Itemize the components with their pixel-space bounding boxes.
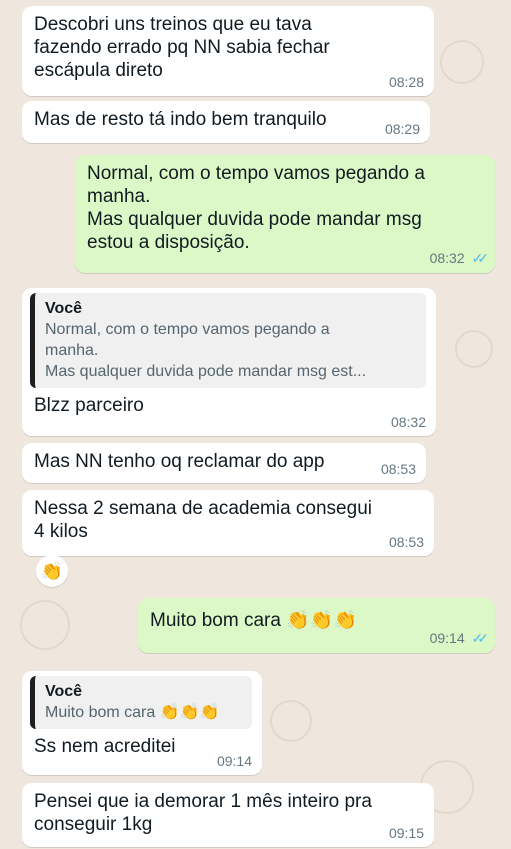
wallpaper-doodle [20, 600, 70, 650]
quoted-message[interactable]: Você Normal, com o tempo vamos pegando a… [30, 293, 426, 388]
quoted-text: Muito bom cara 👏👏👏 [45, 704, 220, 721]
message-text: Normal, com o tempo vamos pegando a manh… [87, 163, 425, 253]
quoted-author: Você [45, 300, 83, 317]
message-text: Blzz parceiro [34, 395, 144, 416]
message-time: 08:32 [429, 250, 465, 266]
read-receipt-icon: ✓✓ [471, 250, 490, 266]
message-bubble-incoming[interactable]: Nessa 2 semana de academia consegui 4 ki… [22, 490, 434, 556]
read-receipt-icon: ✓✓ [471, 630, 490, 646]
message-time-status: 09:14 ✓✓ [429, 630, 490, 647]
wallpaper-doodle [270, 700, 312, 742]
message-bubble-incoming[interactable]: Descobri uns treinos que eu tava fazendo… [22, 6, 434, 96]
quoted-text: Normal, com o tempo vamos pegando a manh… [45, 321, 367, 380]
message-bubble-incoming[interactable]: Você Normal, com o tempo vamos pegando a… [22, 288, 436, 436]
message-time: 09:14 [216, 753, 252, 769]
message-time: 08:53 [380, 461, 416, 477]
message-bubble-incoming[interactable]: Pensei que ia demorar 1 mês inteiro pra … [22, 783, 434, 847]
message-bubble-incoming[interactable]: Você Muito bom cara 👏👏👏 Ss nem acreditei… [22, 671, 262, 775]
message-time: 09:14 [429, 630, 465, 646]
message-time: 09:15 [388, 825, 424, 841]
message-bubble-outgoing[interactable]: Normal, com o tempo vamos pegando a manh… [75, 155, 495, 273]
message-text: Muito bom cara 👏👏👏 [150, 610, 358, 631]
message-text: Mas de resto tá indo bem tranquilo [34, 109, 327, 130]
message-reaction[interactable]: 👏 [36, 555, 68, 587]
message-bubble-incoming[interactable]: Mas de resto tá indo bem tranquilo 08:29 [22, 101, 430, 143]
wallpaper-doodle [455, 330, 493, 368]
message-text: Pensei que ia demorar 1 mês inteiro pra … [34, 791, 372, 835]
message-time: 08:53 [388, 534, 424, 550]
message-bubble-outgoing[interactable]: Muito bom cara 👏👏👏 09:14 ✓✓ [138, 598, 495, 653]
message-text: Mas NN tenho oq reclamar do app [34, 451, 325, 472]
message-time: 08:32 [390, 414, 426, 430]
message-time: 08:29 [384, 121, 420, 137]
clapping-hands-emoji-icon: 👏 [40, 560, 64, 581]
message-text: Descobri uns treinos que eu tava fazendo… [34, 14, 330, 81]
message-text: Nessa 2 semana de academia consegui 4 ki… [34, 498, 372, 542]
message-bubble-incoming[interactable]: Mas NN tenho oq reclamar do app 08:53 [22, 443, 426, 483]
message-time-status: 08:32 ✓✓ [429, 250, 490, 267]
wallpaper-doodle [440, 40, 484, 84]
quoted-message[interactable]: Você Muito bom cara 👏👏👏 [30, 676, 252, 729]
quoted-author: Você [45, 683, 83, 700]
message-time: 08:28 [388, 74, 424, 90]
